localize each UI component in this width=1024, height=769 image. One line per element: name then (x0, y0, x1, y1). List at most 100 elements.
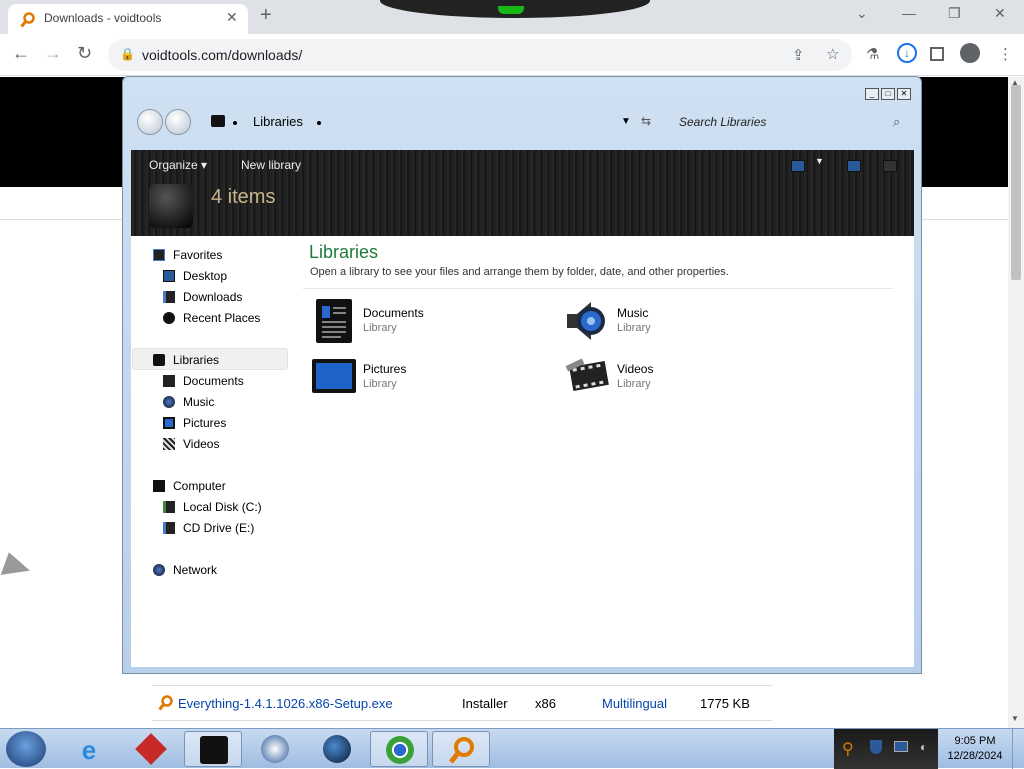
command-bar: Organize ▾ New library ▼ 4 items (131, 150, 914, 236)
download-arch: x86 (535, 696, 556, 711)
documents-icon (163, 375, 175, 387)
explorer-maximize-icon[interactable]: □ (881, 88, 895, 100)
library-pictures[interactable]: Pictures Library (311, 354, 551, 404)
tray-everything-icon[interactable]: ⚲ (842, 739, 854, 759)
music-icon (163, 396, 175, 408)
browser-toolbar: ← → ↻ 🔒 voidtools.com/downloads/ ⇪ ☆ ⚗ ↓… (0, 34, 1024, 76)
libraries-breadcrumb-icon (211, 115, 225, 127)
view-dropdown-icon[interactable]: ▼ (815, 156, 824, 166)
tab-search-icon[interactable]: ⌄ (856, 5, 868, 22)
content-title: Libraries (309, 242, 379, 262)
lock-icon[interactable]: 🔒 (120, 47, 135, 61)
tray-volume-icon[interactable]: ◐ (920, 740, 927, 754)
forward-icon[interactable]: → (44, 43, 62, 64)
taskbar-explorer[interactable] (184, 731, 242, 767)
start-button[interactable] (6, 731, 46, 767)
change-view-icon[interactable] (791, 160, 805, 172)
breadcrumb-separator-icon[interactable] (317, 121, 321, 125)
desktop-icon (163, 270, 175, 282)
wallpaper-decoration (380, 0, 650, 18)
taskbar-media-player[interactable] (246, 731, 304, 767)
share-icon[interactable]: ⇪ (792, 46, 805, 64)
library-music[interactable]: Music Library (565, 298, 805, 348)
profile-icon[interactable] (960, 43, 980, 63)
breadcrumb-separator-icon[interactable] (233, 121, 237, 125)
preview-pane-icon[interactable] (847, 160, 861, 172)
taskbar-everything[interactable] (432, 731, 490, 767)
content-divider (303, 288, 893, 289)
content-description: Open a library to see your files and arr… (310, 266, 729, 278)
clock-date: 12/28/2024 (947, 750, 1003, 762)
language-link[interactable]: Multilingual (602, 696, 667, 711)
scroll-up-icon[interactable]: ▲ (1011, 78, 1019, 87)
explorer-back-button[interactable] (137, 109, 163, 135)
downloads-icon (163, 291, 175, 303)
lab-icon[interactable]: ⚗ (866, 45, 879, 63)
show-desktop-button[interactable] (1012, 729, 1024, 769)
address-bar[interactable]: 🔒 voidtools.com/downloads/ ⇪ ☆ (108, 39, 852, 71)
speaker-icon (567, 302, 605, 340)
taskbar-chrome[interactable] (370, 731, 428, 767)
film-icon (565, 358, 609, 391)
reload-icon[interactable]: ↻ (77, 43, 92, 64)
explorer-close-icon[interactable]: ✕ (897, 88, 911, 100)
breadcrumb-libraries[interactable]: Libraries (253, 114, 303, 129)
favorites-icon (153, 249, 165, 261)
taskbar-red-app[interactable] (122, 731, 180, 767)
everything-favicon-icon (20, 12, 35, 28)
hard-disk-icon (163, 501, 175, 513)
library-documents[interactable]: Documents Library (311, 298, 551, 348)
taskbar-internet-explorer[interactable]: e (60, 731, 118, 767)
explorer-forward-button[interactable] (165, 109, 191, 135)
mouse-cursor-icon (0, 552, 34, 584)
explorer-minimize-icon[interactable]: _ (865, 88, 879, 100)
download-icon[interactable]: ↓ (897, 43, 917, 63)
recent-places-icon (163, 312, 175, 324)
library-videos[interactable]: Videos Library (565, 354, 805, 404)
everything-icon (449, 737, 474, 764)
tab-downloads-voidtools[interactable]: Downloads - voidtools ✕ (8, 4, 248, 34)
library-name: Documents (363, 306, 424, 320)
refresh-icon[interactable]: ⇆ (641, 114, 651, 128)
download-link[interactable]: Everything-1.4.1.1026.x86-Setup.exe (178, 696, 393, 711)
address-dropdown-icon[interactable]: ▼ (621, 116, 631, 127)
star-icon[interactable]: ☆ (826, 45, 839, 63)
new-tab-button[interactable]: + (260, 4, 272, 27)
media-player-icon (261, 735, 289, 763)
close-window-icon[interactable]: ✕ (994, 5, 1006, 22)
internet-explorer-icon: e (81, 735, 97, 765)
tab-close-icon[interactable]: ✕ (226, 9, 238, 26)
library-name: Music (617, 306, 649, 320)
tray-shield-icon[interactable] (870, 740, 882, 754)
tray-network-icon[interactable] (894, 741, 908, 752)
library-type: Library (617, 378, 651, 390)
help-icon[interactable] (883, 160, 897, 172)
library-name: Videos (617, 362, 654, 376)
organize-button[interactable]: Organize ▾ (149, 158, 207, 172)
everything-icon (158, 695, 173, 711)
back-icon[interactable]: ← (12, 43, 30, 64)
sidepanel-icon[interactable] (930, 47, 944, 61)
documents-icon (316, 299, 352, 343)
cd-drive-icon (163, 522, 175, 534)
network-icon (153, 564, 165, 576)
explorer-window: _ □ ✕ Libraries ▼ ⇆ Search Libraries ⌕ Org… (122, 76, 922, 674)
scroll-down-icon[interactable]: ▼ (1011, 714, 1019, 723)
download-row: Everything-1.4.1.1026.x86-Setup.exe Inst… (152, 685, 772, 721)
scrollbar-thumb[interactable] (1011, 85, 1021, 280)
system-tray: ⚲ ◐ (834, 729, 938, 769)
restore-icon[interactable]: ❐ (948, 5, 961, 22)
app-red-icon (135, 733, 167, 765)
taskbar: e ⚲ ◐ 9:05 PM 12/28/2024 (0, 728, 1024, 769)
picture-icon (312, 359, 356, 393)
search-input[interactable]: Search Libraries ⌕ (669, 107, 913, 137)
library-type: Library (363, 378, 397, 390)
taskbar-clock[interactable]: 9:05 PM 12/28/2024 (940, 734, 1010, 764)
libraries-icon (153, 354, 165, 366)
menu-icon[interactable]: ⋮ (998, 45, 1013, 63)
minimize-icon[interactable]: — (902, 5, 916, 21)
taskbar-globe-app[interactable] (308, 731, 366, 767)
search-icon[interactable]: ⌕ (893, 114, 900, 130)
new-library-button[interactable]: New library (241, 158, 301, 172)
url-text[interactable]: voidtools.com/downloads/ (142, 47, 302, 63)
